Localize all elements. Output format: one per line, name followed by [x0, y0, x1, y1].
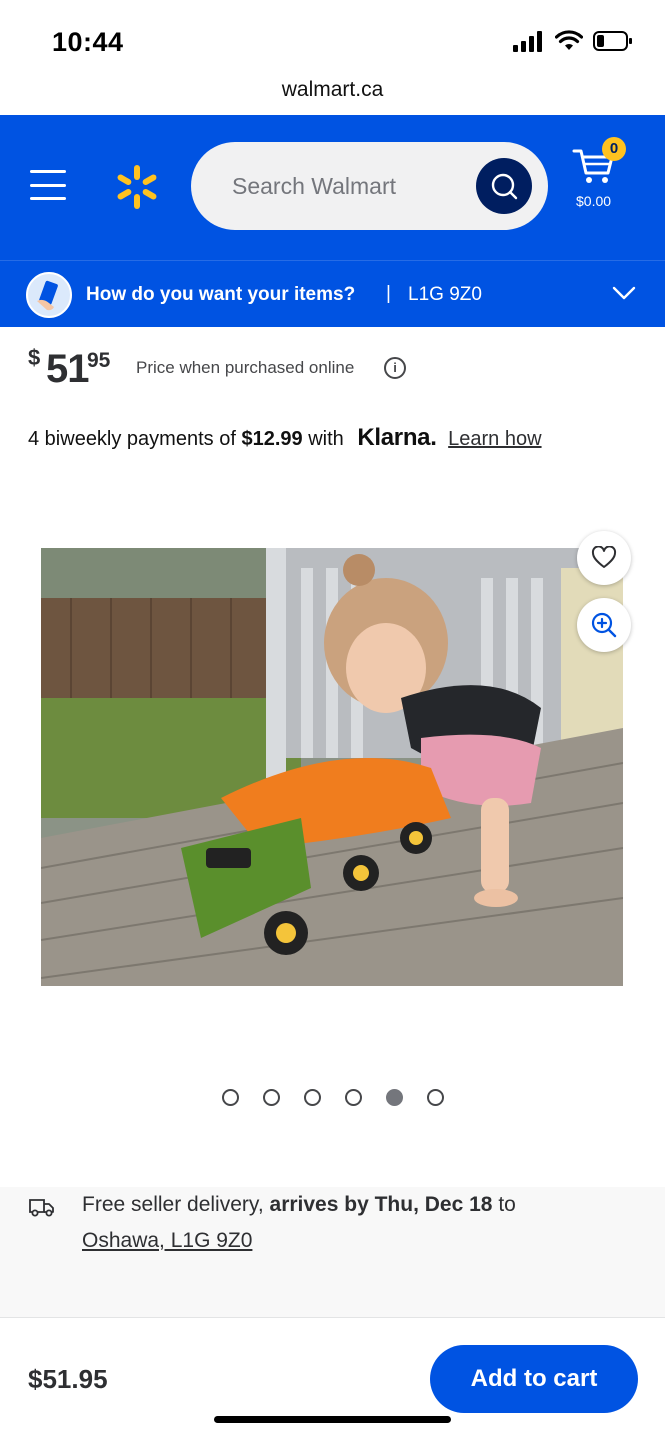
cart-button[interactable]: 0 $0.00 [570, 137, 632, 217]
carousel-dot[interactable] [345, 1089, 362, 1106]
price-note: Price when purchased online [136, 358, 355, 377]
delivery-location-link[interactable]: Oshawa, L1G 9Z0 [82, 1229, 252, 1253]
carousel-dot[interactable] [263, 1089, 280, 1106]
menu-icon[interactable] [30, 170, 66, 200]
wifi-icon [555, 30, 583, 50]
browser-url[interactable]: walmart.ca [0, 78, 665, 102]
fulfillment-question: How do you want your items? [86, 284, 356, 305]
carousel-dot[interactable] [304, 1089, 321, 1106]
delivery-text: Free seller delivery, arrives by Thu, De… [82, 1193, 516, 1217]
bottom-price: $51.95 [28, 1364, 108, 1394]
carousel-dot[interactable] [222, 1089, 239, 1106]
fulfillment-separator: | [386, 283, 391, 304]
add-to-cart-button[interactable]: Add to cart [430, 1345, 638, 1413]
search-placeholder: Search Walmart [232, 172, 397, 199]
klarna-with: with [308, 428, 344, 450]
home-indicator[interactable] [214, 1416, 451, 1423]
product-image[interactable] [41, 548, 623, 986]
carousel-dot-active[interactable] [386, 1089, 403, 1106]
zoom-button[interactable] [577, 598, 631, 652]
search-button[interactable] [476, 158, 532, 214]
battery-icon [593, 31, 632, 51]
carousel-dot[interactable] [427, 1089, 444, 1106]
status-time: 10:44 [52, 27, 124, 57]
cart-total: $0.00 [576, 193, 612, 209]
klarna-learn-how-link[interactable]: Learn how [448, 428, 541, 450]
image-carousel-dots [222, 1089, 444, 1106]
search-input[interactable]: Search Walmart [191, 142, 548, 230]
klarna-amount: $12.99 [241, 428, 303, 450]
delivery-suffix: to [498, 1193, 516, 1216]
status-bar: 10:44 [0, 0, 665, 80]
add-to-favorites-button[interactable] [577, 531, 631, 585]
site-header: Search Walmart 0 $0.00 [0, 115, 665, 260]
truck-icon [29, 1199, 54, 1217]
info-icon[interactable]: i [384, 357, 406, 379]
price-whole: 51 [46, 347, 89, 391]
fulfillment-postal-code: L1G 9Z0 [408, 284, 482, 305]
walmart-spark-logo[interactable] [113, 163, 161, 211]
klarna-prefix: 4 biweekly payments of [28, 428, 236, 450]
delivery-info: Free seller delivery, arrives by Thu, De… [0, 1187, 665, 1317]
price-currency: $ [28, 345, 41, 370]
signal-icon [513, 31, 542, 52]
klarna-payment-info: 4 biweekly payments of $12.99 with Klarn… [28, 424, 542, 452]
delivery-prefix: Free seller delivery, [82, 1193, 264, 1216]
klarna-logo: Klarna. [357, 424, 437, 451]
chevron-down-icon [612, 286, 636, 300]
product-photo [41, 548, 623, 986]
fulfillment-selector[interactable]: How do you want your items? | L1G 9Z0 [0, 260, 665, 327]
delivery-arrival: arrives by Thu, Dec 18 [269, 1193, 493, 1216]
delivery-phone-icon [26, 272, 72, 318]
status-icons [513, 30, 633, 52]
heart-icon [591, 546, 617, 568]
price-cents: 95 [87, 349, 111, 372]
zoom-in-icon [591, 612, 617, 638]
search-icon [491, 173, 518, 200]
cart-count-badge: 0 [602, 137, 626, 161]
